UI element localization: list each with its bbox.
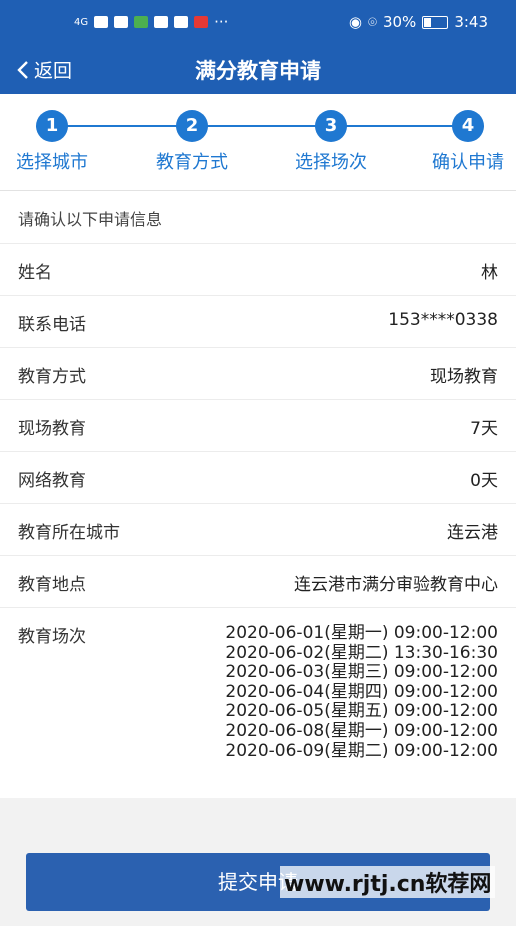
row-value: 现场教育 xyxy=(430,367,498,387)
row-label: 教育所在城市 xyxy=(18,523,120,543)
row-label: 教育方式 xyxy=(18,367,86,387)
step-number: 2 xyxy=(176,110,208,142)
app-icon xyxy=(134,16,149,28)
row-label: 现场教育 xyxy=(18,419,86,439)
page-title: 满分教育申请 xyxy=(195,59,321,83)
row-value: 153****0338 xyxy=(388,310,498,330)
info-row-onsite: 现场教育 7天 xyxy=(0,399,516,452)
row-label: 教育场次 xyxy=(18,627,86,647)
step-3: 3 选择场次 xyxy=(276,110,386,174)
location-icon: ⌾ xyxy=(367,13,377,31)
step-label: 选择场次 xyxy=(295,152,367,173)
session-item: 2020-06-04(星期四) 09:00-12:00 xyxy=(225,681,498,702)
session-list: 2020-06-01(星期一) 09:00-12:00 2020-06-02(星… xyxy=(225,623,498,761)
step-number: 3 xyxy=(315,110,347,142)
session-item: 2020-06-09(星期二) 09:00-12:00 xyxy=(225,740,498,761)
signal-indicator: 4G xyxy=(74,16,89,28)
wechat-icon xyxy=(154,16,169,28)
info-row-phone: 联系电话 153****0338 xyxy=(0,295,516,348)
info-row-name: 姓名 林 xyxy=(0,243,516,296)
info-row-location: 教育地点 连云港市满分审验教育中心 xyxy=(0,555,516,608)
confirmation-panel: 请确认以下申请信息 姓名 林 联系电话 153****0338 教育方式 现场教… xyxy=(0,191,516,798)
step-label: 教育方式 xyxy=(156,152,228,173)
row-value: 林 xyxy=(481,263,498,283)
eye-icon: ◉ xyxy=(348,13,362,31)
watermark: www.rjtj.cn软荐网 xyxy=(280,866,496,898)
row-label: 网络教育 xyxy=(18,471,86,491)
time: 3:43 xyxy=(454,13,488,31)
info-row-sessions: 教育场次 2020-06-01(星期一) 09:00-12:00 2020-06… xyxy=(0,607,516,799)
session-item: 2020-06-01(星期一) 09:00-12:00 xyxy=(225,623,498,643)
nav-bar: 返回 满分教育申请 xyxy=(0,44,516,94)
row-value: 连云港市满分审验教育中心 xyxy=(294,575,498,595)
info-row-method: 教育方式 现场教育 xyxy=(0,347,516,400)
step-4: 4 确认申请 xyxy=(413,110,516,174)
session-item: 2020-06-08(星期一) 09:00-12:00 xyxy=(225,720,498,741)
session-item: 2020-06-03(星期三) 09:00-12:00 xyxy=(225,662,498,683)
step-label: 选择城市 xyxy=(16,152,88,173)
session-item: 2020-06-05(星期五) 09:00-12:00 xyxy=(225,701,498,722)
row-value: 连云港 xyxy=(447,523,498,543)
more-notifications-icon: ··· xyxy=(214,13,229,31)
info-row-online: 网络教育 0天 xyxy=(0,451,516,504)
notification-icon xyxy=(194,16,209,28)
intro-text: 请确认以下申请信息 xyxy=(18,210,163,229)
battery-percent: 30% xyxy=(382,13,417,31)
step-2: 2 教育方式 xyxy=(137,110,247,174)
step-number: 4 xyxy=(452,110,484,142)
status-bar: 4G ··· ◉ ⌾ 30% 3:43 xyxy=(0,0,516,44)
signal-icon xyxy=(94,16,109,28)
step-label: 确认申请 xyxy=(432,152,504,173)
row-value: 0天 xyxy=(470,471,498,491)
row-label: 教育地点 xyxy=(18,575,86,595)
step-number: 1 xyxy=(36,110,68,142)
row-label: 联系电话 xyxy=(18,315,86,335)
message-icon xyxy=(114,16,129,28)
row-label: 姓名 xyxy=(18,263,52,283)
row-value: 7天 xyxy=(470,419,498,439)
step-1: 1 选择城市 xyxy=(0,110,107,174)
progress-steps: 1 选择城市 2 教育方式 3 选择场次 4 确认申请 xyxy=(0,94,516,191)
info-row-city: 教育所在城市 连云港 xyxy=(0,503,516,556)
session-item: 2020-06-02(星期二) 13:30-16:30 xyxy=(225,642,498,663)
battery-icon xyxy=(422,15,449,29)
chat-icon xyxy=(174,16,189,28)
